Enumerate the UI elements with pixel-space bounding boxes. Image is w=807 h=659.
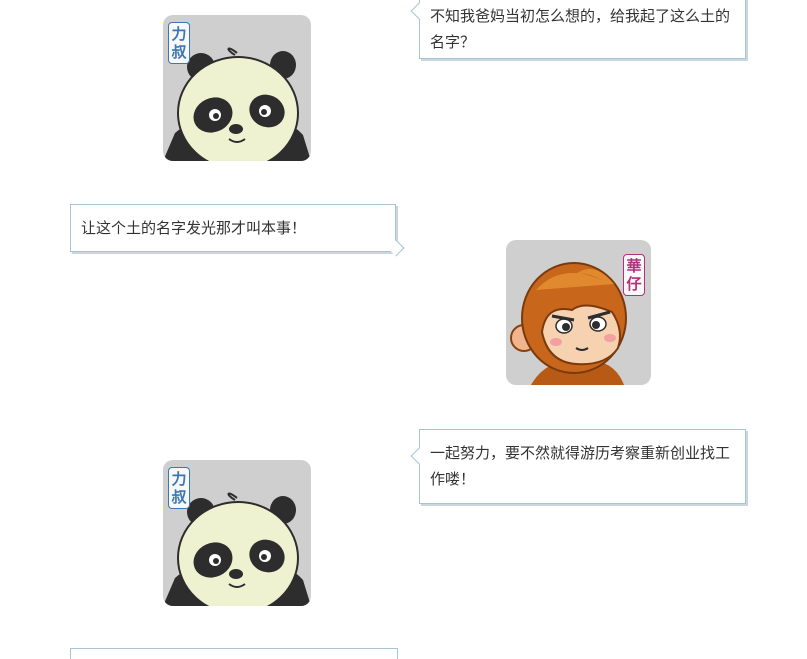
message-text-2: 让这个土的名字发光那才叫本事！ xyxy=(81,219,307,237)
message-text-1: 不知我爸妈当初怎么想的，给我起了这么土的名字？ xyxy=(430,7,731,51)
panda-avatar-1: 力 叔 xyxy=(163,15,311,161)
avatar-name-tag: 力 叔 xyxy=(168,467,190,509)
chat-bubble-3: 一起努力，要不然就得游历考察重新创业找工作喽！ xyxy=(410,429,746,504)
chat-bubble-1: 不知我爸妈当初怎么想的，给我起了这么土的名字？ xyxy=(410,0,746,59)
avatar-name-tag: 華 仔 xyxy=(623,254,645,296)
chat-bubble-partial xyxy=(70,648,398,659)
avatar-name-tag: 力 叔 xyxy=(168,22,190,64)
chat-bubble-2: 让这个土的名字发光那才叫本事！ xyxy=(70,204,405,257)
message-text-3: 一起努力，要不然就得游历考察重新创业找工作喽！ xyxy=(430,444,731,488)
panda-avatar-2: 力 叔 xyxy=(163,460,311,606)
monkey-avatar: 華 仔 xyxy=(506,240,651,385)
